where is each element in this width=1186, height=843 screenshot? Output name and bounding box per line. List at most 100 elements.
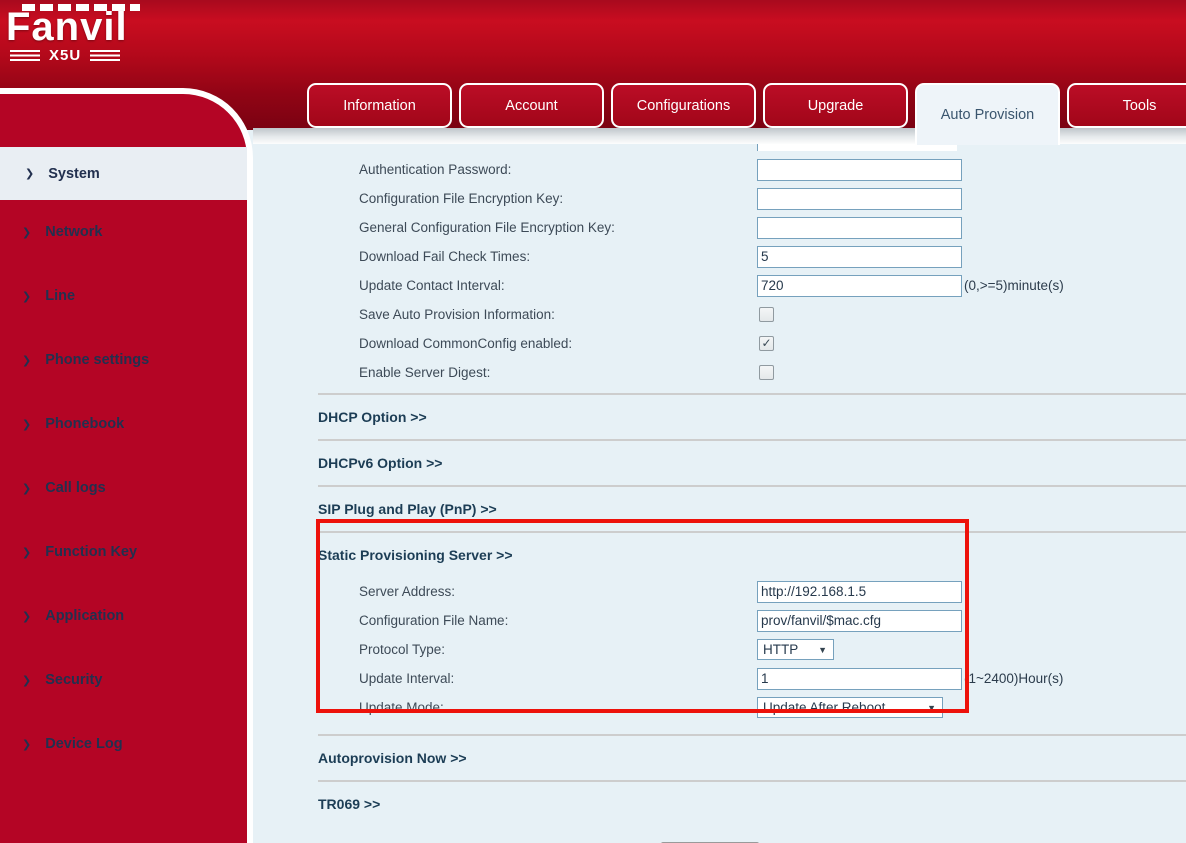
field-label-download-commonconfig-enabled: Download CommonConfig enabled: <box>359 336 757 351</box>
dropdown-arrow-icon: ▼ <box>818 645 827 655</box>
model-label: X5U <box>49 47 81 64</box>
field-label-update-mode: Update Mode: <box>359 700 757 715</box>
section-header-sip-plug-and-play-pnp[interactable]: SIP Plug and Play (PnP) >> <box>253 501 1186 518</box>
field-hint: (1~2400)Hour(s) <box>964 671 1063 686</box>
field-label-download-fail-check-times: Download Fail Check Times: <box>359 249 757 264</box>
sidebar-item-device-log[interactable]: ❯ Device Log <box>0 712 247 776</box>
form-row: Configuration File Encryption Key: <box>253 184 1186 213</box>
field-label-save-auto-provision-information: Save Auto Provision Information: <box>359 307 757 322</box>
sidebar-item-phone-settings[interactable]: ❯Phone settings <box>0 328 247 392</box>
section-header-dhcp-option[interactable]: DHCP Option >> <box>253 409 1186 426</box>
form-row: Configuration File Name: <box>253 606 1186 635</box>
chevron-right-icon: ❯ <box>22 354 31 367</box>
form-row: Save Auto Provision Information:✓ <box>253 300 1186 329</box>
checkmark-icon: ✓ <box>761 338 771 349</box>
select-update-mode[interactable]: Update After Reboot ▼ <box>757 697 943 718</box>
field-label-update-interval: Update Interval: <box>359 671 757 686</box>
sidebar-item-security[interactable]: ❯ Security <box>0 648 247 712</box>
form-row: Update Contact Interval: (0,>=5)minute(s) <box>253 271 1186 300</box>
section-header-static-provisioning[interactable]: Static Provisioning Server >> <box>253 547 1186 564</box>
checkbox-enable-server-digest[interactable]: ✓ <box>759 365 774 380</box>
sidebar-item-label: Application <box>45 608 124 624</box>
chevron-right-icon: ❯ <box>22 290 31 303</box>
field-label-authentication-password: Authentication Password: <box>359 162 757 177</box>
sidebar-item-label: Line <box>45 288 75 304</box>
sidebar-item-network[interactable]: ❯ Network <box>0 200 247 264</box>
section-header-dhcpv6-option[interactable]: DHCPv6 Option >> <box>253 455 1186 472</box>
selected-value: HTTP <box>763 642 798 657</box>
chevron-right-icon: ❯ <box>22 226 31 239</box>
checkbox-save-auto-provision-information[interactable]: ✓ <box>759 307 774 322</box>
collapsed-sections-after: Autoprovision Now >> TR069 >> <box>253 736 1186 826</box>
form-row: Enable Server Digest:✓ <box>253 358 1186 387</box>
sidebar-item-label: Call logs <box>45 480 105 496</box>
form-row: Protocol Type: HTTP ▼ <box>253 635 1186 664</box>
input-update-interval[interactable] <box>757 668 962 690</box>
static-provisioning-section: Static Provisioning Server >> Server Add… <box>253 533 1186 736</box>
input-authentication-password[interactable] <box>757 159 962 181</box>
input-configuration-file-name[interactable] <box>757 610 962 632</box>
logo-lines-right-icon <box>90 50 120 61</box>
sidebar-item-system[interactable]: ❯System <box>0 147 247 200</box>
input-configuration-file-encryption-key[interactable] <box>757 188 962 210</box>
sidebar-item-label: System <box>48 166 100 182</box>
field-label-general-configuration-file-encryption-key: General Configuration File Encryption Ke… <box>359 220 757 235</box>
selected-value: Update After Reboot <box>763 700 885 715</box>
auto-provision-form: Authentication Password: Configuration Fi… <box>253 155 1186 387</box>
chevron-right-icon: ❯ <box>22 482 31 495</box>
sidebar-item-call-logs[interactable]: ❯ Call logs <box>0 456 247 520</box>
input-general-configuration-file-encryption-key[interactable] <box>757 217 962 239</box>
section-header-tr069[interactable]: TR069 >> <box>253 796 1186 813</box>
form-row: Update Interval: (1~2400)Hour(s) <box>253 664 1186 693</box>
sidebar-nav: ❯System❯Network❯Line❯Phone settings❯Phon… <box>0 94 247 776</box>
clipped-top-input[interactable] <box>757 144 957 151</box>
logo-lines-left-icon <box>10 50 40 61</box>
chevron-right-icon: ❯ <box>22 738 31 751</box>
tab-account[interactable]: Account <box>459 83 604 128</box>
field-label-configuration-file-name: Configuration File Name: <box>359 613 757 628</box>
chevron-right-icon: ❯ <box>22 546 31 559</box>
field-label-update-contact-interval: Update Contact Interval: <box>359 278 757 293</box>
sidebar-item-label: Network <box>45 224 102 240</box>
tab-information[interactable]: Information <box>307 83 452 128</box>
sidebar-item-line[interactable]: ❯ Line <box>0 264 247 328</box>
field-label-enable-server-digest: Enable Server Digest: <box>359 365 757 380</box>
select-protocol-type[interactable]: HTTP ▼ <box>757 639 834 660</box>
field-label-configuration-file-encryption-key: Configuration File Encryption Key: <box>359 191 757 206</box>
sidebar-item-application[interactable]: ❯ Application <box>0 584 247 648</box>
sidebar-item-label: Phonebook <box>45 416 124 432</box>
sidebar-item-label: Security <box>45 672 102 688</box>
field-label-protocol-type: Protocol Type: <box>359 642 757 657</box>
checkbox-download-commonconfig-enabled[interactable]: ✓ <box>759 336 774 351</box>
sidebar-item-label: Device Log <box>45 736 122 752</box>
tab-upgrade[interactable]: Upgrade <box>763 83 908 128</box>
top-tab-bar: InformationAccountConfigurationsUpgradeA… <box>307 83 1186 145</box>
main-content: Authentication Password: Configuration Fi… <box>253 128 1186 843</box>
field-hint: (0,>=5)minute(s) <box>964 278 1064 293</box>
sidebar-item-phonebook[interactable]: ❯ Phonebook <box>0 392 247 456</box>
chevron-right-icon: ❯ <box>22 418 31 431</box>
chevron-right-icon: ❯ <box>22 610 31 623</box>
form-row: Update Mode: Update After Reboot ▼ <box>253 693 1186 722</box>
form-row: Authentication Password: <box>253 155 1186 184</box>
field-label-server-address: Server Address: <box>359 584 757 599</box>
input-server-address[interactable] <box>757 581 962 603</box>
form-row: General Configuration File Encryption Ke… <box>253 213 1186 242</box>
form-row: Server Address: <box>253 577 1186 606</box>
dropdown-arrow-icon: ▼ <box>927 703 936 713</box>
tab-configurations[interactable]: Configurations <box>611 83 756 128</box>
fanvil-logo: Fanvil X5U <box>6 4 140 64</box>
input-update-contact-interval[interactable] <box>757 275 962 297</box>
sidebar-item-function-key[interactable]: ❯ Function Key <box>0 520 247 584</box>
collapsed-sections: DHCP Option >> DHCPv6 Option >> SIP Plug a… <box>253 395 1186 533</box>
section-header-autoprovision-now[interactable]: Autoprovision Now >> <box>253 750 1186 767</box>
tab-tools[interactable]: Tools <box>1067 83 1186 128</box>
sidebar: ❯System❯Network❯Line❯Phone settings❯Phon… <box>0 88 253 843</box>
sidebar-item-label: Function Key <box>45 544 137 560</box>
chevron-right-icon: ❯ <box>22 674 31 687</box>
clipped-field-wrapper <box>757 144 957 151</box>
form-row: Download CommonConfig enabled: ✓ <box>253 329 1186 358</box>
logo-text: Fanvil <box>6 7 140 47</box>
tab-auto-provision[interactable]: Auto Provision <box>915 83 1060 145</box>
input-download-fail-check-times[interactable] <box>757 246 962 268</box>
